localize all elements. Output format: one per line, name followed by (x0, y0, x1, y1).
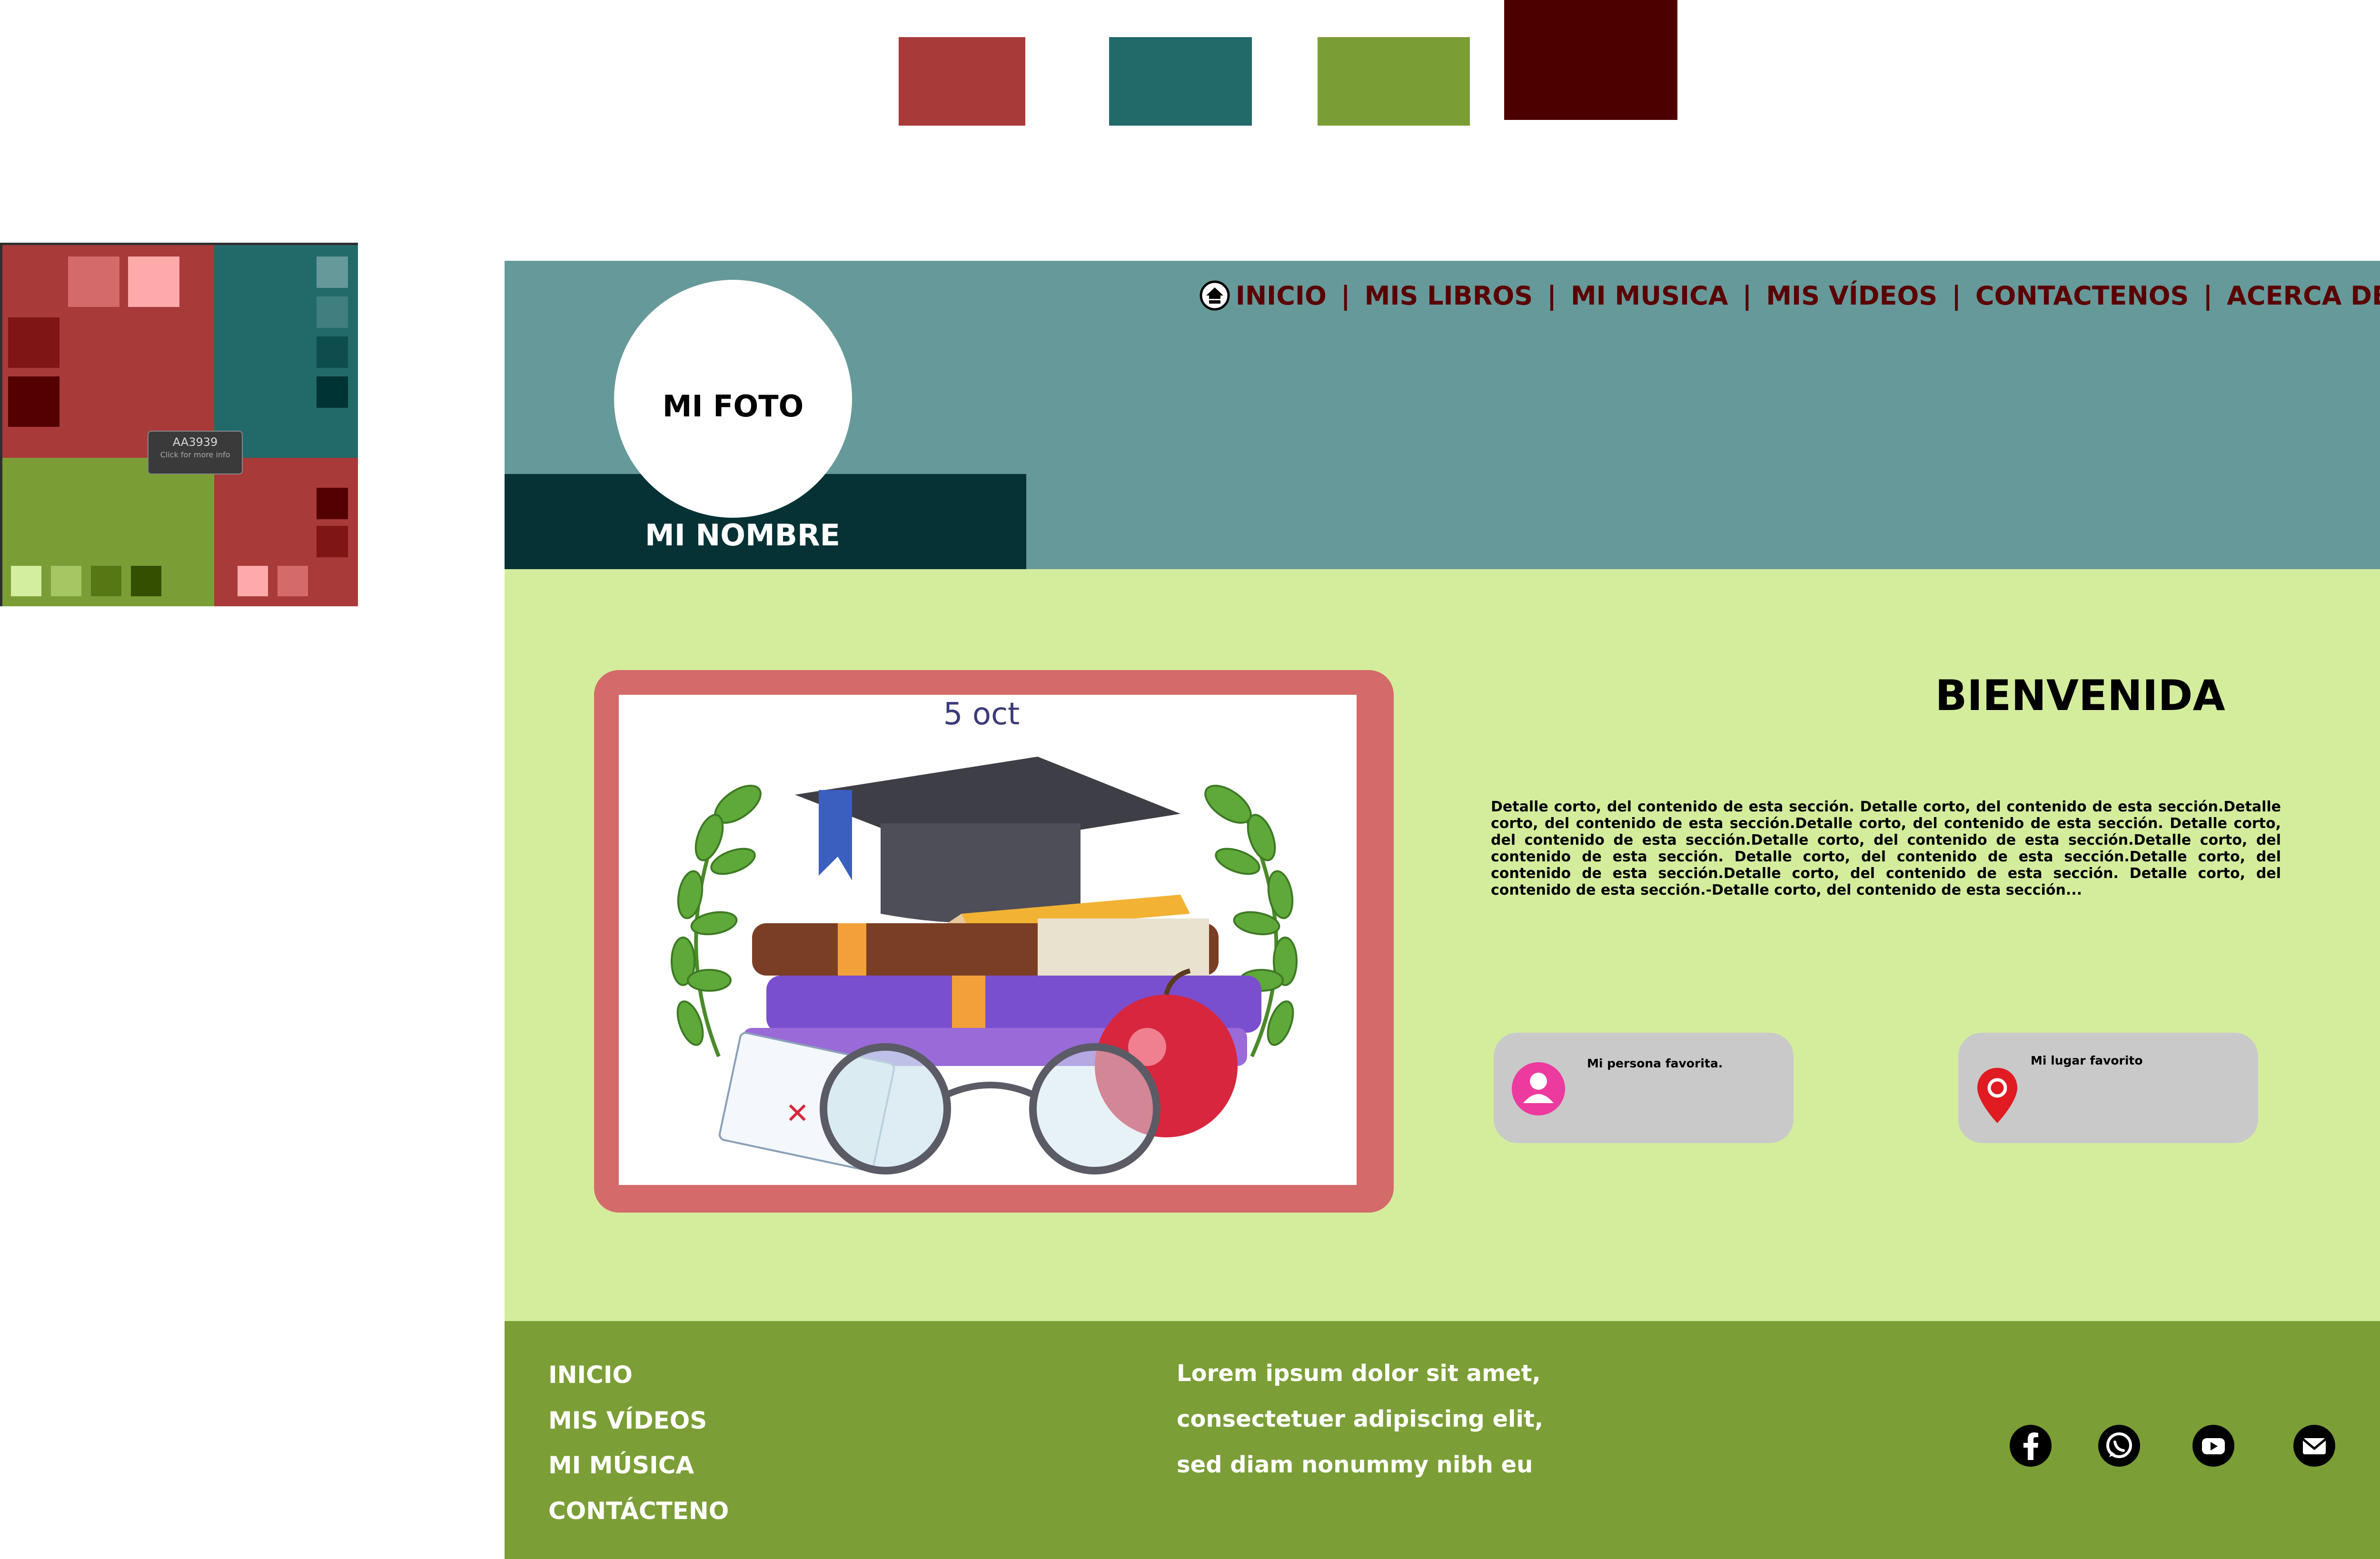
nav-separator: | (1547, 280, 1557, 311)
favorite-person-card[interactable]: Mi persona favorita. (1494, 1033, 1794, 1143)
image-frame: 5 oct ✕ (594, 670, 1394, 1213)
footer-text-line: sed diam nonummy nibh eu (1177, 1451, 1533, 1478)
photo-label: MI FOTO (662, 388, 804, 424)
image-caption: 5 oct (943, 697, 1020, 732)
nav-mis-videos[interactable]: MIS VÍDEOS (1766, 281, 1937, 311)
palette-swatch[interactable] (278, 566, 308, 596)
footer-link-contacteno[interactable]: CONTÁCTENO (548, 1497, 729, 1525)
graduation-illustration-art: 5 oct ✕ (671, 697, 1298, 1174)
footer-link-mi-musica[interactable]: MI MÚSICA (548, 1451, 694, 1479)
favorite-place-card[interactable]: Mi lugar favorito (1958, 1033, 2258, 1143)
favorite-place-label: Mi lugar favorito (2031, 1054, 2143, 1067)
nav-acerca-de[interactable]: ACERCA DE (2227, 281, 2380, 311)
email-icon[interactable] (2292, 1424, 2336, 1468)
person-icon (1512, 1062, 1565, 1115)
footer-text-line: consectetuer adipiscing elit, (1177, 1406, 1544, 1432)
graduation-illustration[interactable]: 5 oct ✕ (619, 695, 1357, 1185)
nav-separator: | (1340, 280, 1350, 311)
color-palette[interactable]: AA3939 Click for more info (0, 243, 358, 606)
swatch-green (1318, 37, 1470, 126)
palette-swatch[interactable] (317, 488, 348, 519)
tooltip-title: AA3939 (172, 435, 218, 449)
palette-swatch[interactable] (8, 317, 60, 368)
palette-swatch[interactable] (11, 566, 41, 596)
welcome-title: BIENVENIDA (1935, 671, 2225, 720)
palette-swatch[interactable] (238, 566, 268, 596)
whatsapp-icon[interactable] (2097, 1424, 2141, 1468)
nav-separator: | (2203, 280, 2213, 311)
palette-swatch[interactable] (131, 566, 161, 596)
footer-link-mis-videos[interactable]: MIS VÍDEOS (548, 1407, 707, 1434)
facebook-icon[interactable] (2009, 1424, 2053, 1468)
swatch-red (899, 37, 1025, 126)
footer-text-line: Lorem ipsum dolor sit amet, (1177, 1360, 1541, 1387)
footer-link-inicio[interactable]: INICIO (548, 1361, 633, 1389)
youtube-icon[interactable] (2192, 1424, 2235, 1468)
palette-swatch[interactable] (317, 296, 348, 328)
color-tooltip: AA3939 Click for more info (148, 431, 243, 474)
profile-name: MI NOMBRE (645, 518, 840, 553)
profile-photo[interactable]: MI FOTO (614, 280, 852, 518)
location-pin-icon (1977, 1068, 2017, 1123)
swatch-maroon (1504, 0, 1677, 120)
nav-contactenos[interactable]: CONTACTENOS (1975, 281, 2189, 311)
favorite-person-label: Mi persona favorita. (1587, 1056, 1723, 1070)
palette-swatch[interactable] (68, 257, 119, 307)
main-nav: INICIO | MIS LIBROS | MI MUSICA | MIS VÍ… (1200, 279, 2380, 312)
tooltip-subtitle: Click for more info (160, 450, 230, 459)
site-footer: INICIO MIS VÍDEOS MI MÚSICA CONTÁCTENO L… (505, 1321, 2380, 1559)
nav-separator: | (1742, 280, 1752, 311)
home-icon[interactable] (1200, 280, 1230, 311)
swatch-teal (1109, 37, 1252, 126)
palette-swatch[interactable] (317, 257, 348, 288)
nav-separator: | (1952, 280, 1961, 311)
palette-swatch[interactable] (91, 566, 121, 596)
nav-mis-libros[interactable]: MIS LIBROS (1365, 281, 1533, 311)
website-mockup: INICIO | MIS LIBROS | MI MUSICA | MIS VÍ… (505, 261, 2380, 1559)
calendar-mark: ✕ (785, 1097, 809, 1130)
palette-swatch[interactable] (8, 376, 60, 427)
nav-mi-musica[interactable]: MI MUSICA (1571, 281, 1728, 311)
palette-swatch[interactable] (317, 376, 348, 408)
welcome-body: Detalle corto, del contenido de esta sec… (1491, 799, 2281, 898)
nav-inicio[interactable]: INICIO (1236, 281, 1327, 311)
palette-swatch[interactable] (51, 566, 81, 596)
palette-swatch[interactable] (128, 257, 179, 307)
palette-swatch[interactable] (317, 526, 348, 557)
palette-swatch[interactable] (317, 336, 348, 368)
